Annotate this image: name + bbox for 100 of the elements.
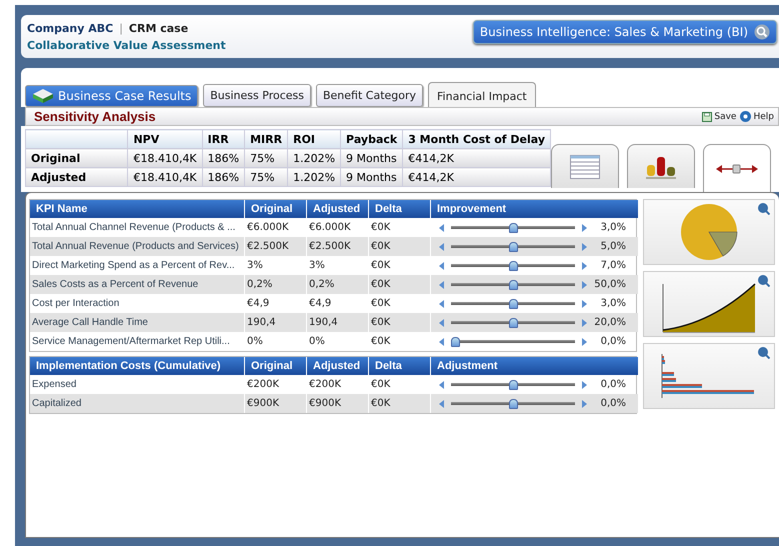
increase-arrow-icon[interactable] (582, 338, 587, 346)
slider-thumb[interactable] (508, 242, 518, 252)
table-cell: 0,2% (306, 275, 368, 294)
increase-arrow-icon[interactable] (582, 242, 587, 250)
column-header: NPV (128, 130, 202, 148)
table-cell: €0K (368, 237, 430, 256)
table-cell: €0K (368, 332, 430, 351)
column-header: Adjusted (306, 200, 368, 218)
decrease-arrow-icon[interactable] (439, 262, 444, 270)
table-cell: 0% (244, 332, 306, 351)
case-name: CRM case (128, 22, 188, 34)
column-header: Original (244, 200, 306, 218)
table-cell: €0K (368, 394, 430, 413)
decrease-arrow-icon[interactable] (439, 318, 444, 326)
increase-arrow-icon[interactable] (582, 318, 587, 326)
column-header: ROI (288, 130, 341, 148)
table-cell: 0,2% (244, 275, 306, 294)
table-cell: €900K (244, 394, 306, 413)
percent-value: 0,0% (600, 379, 627, 390)
increase-arrow-icon[interactable] (582, 280, 587, 288)
decrease-arrow-icon[interactable] (439, 300, 444, 308)
table-cell: 1.202% (288, 148, 341, 168)
save-button[interactable]: Save (702, 111, 736, 122)
view-tab[interactable] (627, 144, 695, 188)
chart-thumbnail[interactable] (643, 199, 775, 265)
increase-arrow-icon[interactable] (582, 224, 587, 232)
column-header: Payback (340, 130, 403, 148)
help-button[interactable]: Help (740, 111, 774, 122)
kpi-name: Capitalized (30, 394, 244, 413)
app-subtitle: Collaborative Value Assessment (27, 38, 226, 52)
table-cell: €0K (368, 275, 430, 294)
decrease-arrow-icon[interactable] (439, 400, 444, 408)
zoom-icon[interactable] (758, 203, 770, 215)
percent-value: 3,0% (600, 222, 627, 233)
slider-thumb[interactable] (508, 380, 518, 390)
increase-arrow-icon[interactable] (582, 262, 587, 270)
cube-icon (32, 88, 54, 104)
slider-thumb[interactable] (508, 398, 518, 408)
table-cell: €18.410,4K (128, 168, 202, 186)
tab[interactable]: Financial Impact (428, 82, 536, 107)
column-header: 3 Month Cost of Delay (402, 130, 550, 148)
percent-value: 0,0% (600, 398, 627, 409)
kpi-name: Cost per Interaction (31, 297, 120, 311)
table-cell: 9 Months (340, 168, 403, 186)
table-cell: €18.410,4K (128, 148, 202, 168)
table-cell: €2.500K (306, 237, 368, 256)
percent-value: 3,0% (600, 298, 627, 309)
kpi-name: Service Management/Aftermarket Rep Utili... (31, 335, 231, 349)
decrease-arrow-icon[interactable] (439, 280, 444, 288)
table-cell: €2.500K (244, 237, 306, 256)
results-tab[interactable]: Business Case Results (25, 85, 198, 107)
table-cell: 186% (202, 148, 245, 168)
column-header: Adjustment (430, 357, 638, 375)
decrease-arrow-icon[interactable] (439, 242, 444, 250)
bi-button[interactable]: Business Intelligence: Sales & Marketing (BI) (472, 20, 777, 44)
table-cell: €414,2K (402, 148, 550, 168)
column-header: IRR (202, 130, 245, 148)
company-name: Company ABC (27, 22, 114, 34)
kpi-name: Expensed (31, 378, 78, 392)
zoom-icon[interactable] (758, 347, 770, 359)
percent-value: 5,0% (600, 241, 627, 252)
table-cell: 190,4 (244, 313, 306, 332)
tab[interactable]: Benefit Category (316, 84, 424, 107)
view-tab[interactable] (703, 144, 771, 192)
slider-thumb[interactable] (508, 222, 518, 232)
chart-thumbnail[interactable] (643, 343, 775, 409)
table-cell: €0K (368, 313, 430, 332)
zoom-icon[interactable] (758, 275, 770, 287)
column-header: Improvement (430, 200, 638, 218)
percent-value: 0,0% (600, 336, 627, 347)
tab[interactable]: Business Process (203, 84, 311, 107)
kpi-name: Direct Marketing Spend as a Percent of Rev... (31, 259, 236, 273)
decrease-arrow-icon[interactable] (439, 380, 444, 388)
kpi-name: Total Annual Revenue (Products and Services) (30, 237, 244, 256)
kpi-name: Average Call Handle Time (30, 313, 244, 332)
table-cell: 0% (306, 332, 368, 351)
column-header: Delta (368, 357, 430, 375)
percent-value: 50,0% (594, 279, 627, 290)
decrease-arrow-icon[interactable] (439, 224, 444, 232)
slider-thumb[interactable] (508, 318, 518, 328)
kpi-name: Sales Costs as a Percent of Revenue (30, 275, 244, 294)
slider-thumb[interactable] (508, 298, 518, 308)
slider-thumb[interactable] (508, 280, 518, 290)
search-icon (754, 24, 770, 40)
slider-thumb[interactable] (451, 336, 460, 346)
column-header: Original (244, 357, 306, 375)
table-cell: 186% (202, 168, 245, 186)
bar-chart-icon (646, 154, 676, 178)
increase-arrow-icon[interactable] (582, 380, 587, 388)
increase-arrow-icon[interactable] (582, 300, 587, 308)
pie-chart-drawing (679, 202, 739, 262)
slider-view-icon (716, 162, 758, 174)
decrease-arrow-icon[interactable] (439, 338, 444, 346)
table-cell: 190,4 (306, 313, 368, 332)
slider-thumb[interactable] (508, 260, 518, 270)
column-header: KPI Name (30, 200, 244, 218)
increase-arrow-icon[interactable] (582, 400, 587, 408)
table-cell: 9 Months (340, 148, 403, 168)
table-cell: €414,2K (402, 168, 550, 186)
chart-thumbnail[interactable] (643, 271, 775, 337)
